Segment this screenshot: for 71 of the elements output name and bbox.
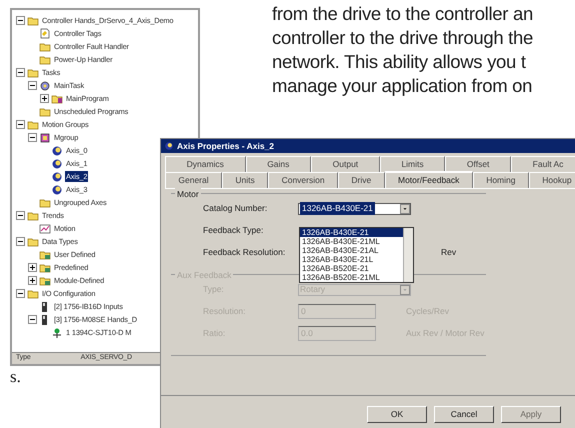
list-option[interactable]: 1326AB-B430E-21L <box>300 254 403 264</box>
tab[interactable]: Dynamics <box>165 156 246 172</box>
text-line: network. This ability allows you t <box>272 50 526 74</box>
sphere-icon <box>51 170 63 182</box>
tab[interactable]: Homing <box>472 172 529 188</box>
collapse-icon[interactable] <box>28 315 37 324</box>
collapse-icon[interactable] <box>16 211 25 220</box>
folder-icon <box>39 54 51 66</box>
tab[interactable]: Motor/Feedback <box>384 170 473 188</box>
folder-icon <box>27 236 39 248</box>
list-option[interactable]: 1326AB-B520E-21ML <box>300 272 403 282</box>
field-label: Feedback Resolution: <box>202 246 286 259</box>
sphere-icon <box>51 158 63 170</box>
tab[interactable]: Offset <box>445 156 512 172</box>
scrollbar[interactable] <box>403 228 413 282</box>
cube-icon <box>39 132 51 144</box>
folder-icon <box>39 40 51 52</box>
caret-icon <box>400 284 410 294</box>
plug-icon <box>51 326 63 338</box>
tab[interactable]: Limits <box>380 156 446 172</box>
tab[interactable]: Hookup <box>528 172 575 188</box>
folder-icon <box>27 14 39 26</box>
field-label: Feedback Type: <box>202 224 264 237</box>
folder-icon <box>27 118 39 130</box>
folder-icon <box>39 196 51 208</box>
collapse-icon[interactable] <box>16 289 25 298</box>
tab[interactable]: Drive <box>338 172 385 188</box>
sphere-icon <box>51 144 63 156</box>
folder-icon <box>27 210 39 222</box>
caret-icon <box>400 204 410 214</box>
dialog-button[interactable]: Cancel <box>434 406 494 423</box>
dropdown[interactable]: 1326AB-B430E-21 <box>298 202 411 214</box>
chart-icon <box>39 222 51 234</box>
folder-icon <box>51 92 63 104</box>
collapse-icon[interactable] <box>16 237 25 246</box>
folder-icon <box>27 288 39 300</box>
text-fragment: s. <box>10 366 21 388</box>
list-option[interactable]: 1326AB-B430E-21ML <box>300 236 403 246</box>
folder-icon <box>39 274 51 286</box>
collapse-icon[interactable] <box>28 133 37 142</box>
sphere-icon <box>164 141 174 151</box>
tab[interactable]: Fault Ac <box>511 156 575 172</box>
expand-icon[interactable] <box>40 94 49 103</box>
group-title: Motor <box>175 188 201 200</box>
text-line: manage your application from on <box>272 74 532 98</box>
expand-icon[interactable] <box>28 263 37 272</box>
text-line: from the drive to the controller an <box>272 2 533 26</box>
folder-icon <box>39 248 51 260</box>
window-title: Axis Properties - Axis_2 <box>177 140 274 152</box>
collapse-icon[interactable] <box>28 81 37 90</box>
list-option[interactable]: 1326AB-B520E-21 <box>300 264 403 272</box>
list-option[interactable]: 1326AB-B430E-21 <box>300 228 403 236</box>
tab[interactable]: Output <box>311 156 380 172</box>
collapse-icon[interactable] <box>16 16 25 25</box>
text-line: controller to the drive through the <box>272 26 533 50</box>
tab[interactable]: Conversion <box>268 172 338 188</box>
field-label: Catalog Number: <box>202 202 268 215</box>
sphere-icon <box>51 184 63 196</box>
tab[interactable]: Units <box>222 172 268 188</box>
dialog-button[interactable]: OK <box>367 406 427 423</box>
tab[interactable]: Gains <box>246 156 312 172</box>
page-icon <box>39 28 51 40</box>
unit-label: Rev <box>441 246 456 259</box>
folder-icon <box>39 106 51 118</box>
list-option[interactable]: 1326AB-B430E-21AL <box>300 246 403 254</box>
collapse-icon[interactable] <box>16 120 25 129</box>
expand-icon[interactable] <box>28 276 37 285</box>
folder-icon <box>39 262 51 274</box>
collapse-icon[interactable] <box>16 68 25 77</box>
folder-icon <box>27 66 39 78</box>
tab[interactable]: General <box>165 172 222 188</box>
